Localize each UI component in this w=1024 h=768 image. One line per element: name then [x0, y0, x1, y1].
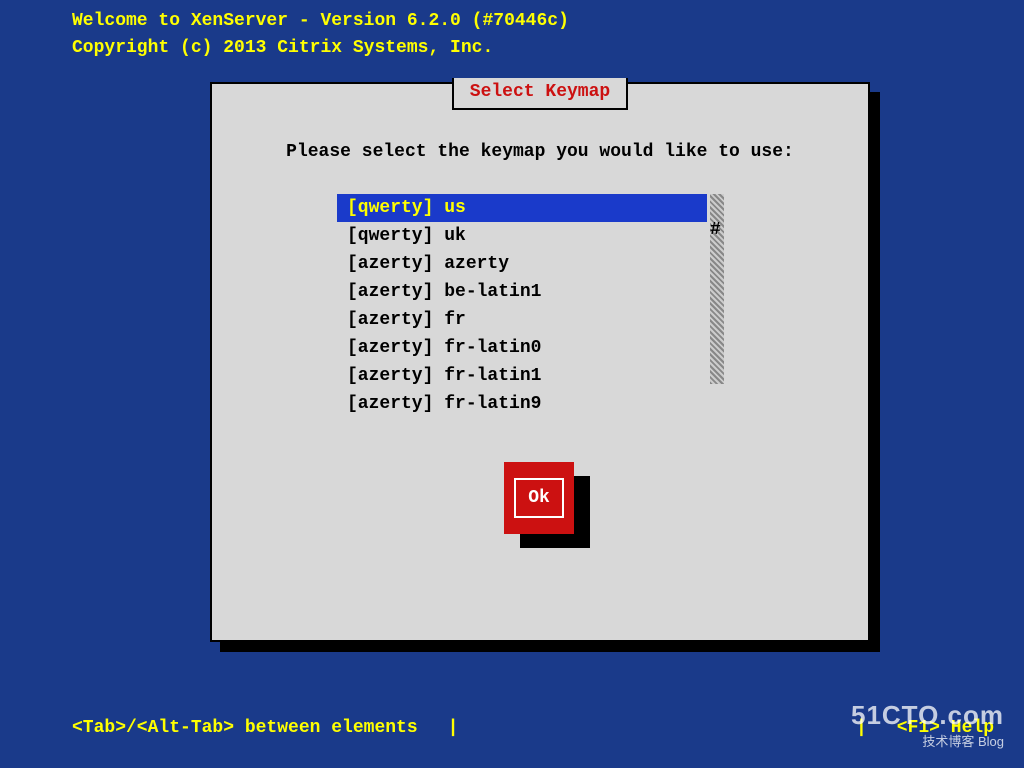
footer-left-group: <Tab>/<Alt-Tab> between elements |: [72, 718, 458, 738]
dialog-title-box: Select Keymap: [452, 78, 628, 110]
keymap-option-fr[interactable]: [azerty] fr: [337, 306, 707, 334]
installer-header: Welcome to XenServer - Version 6.2.0 (#7…: [72, 8, 569, 62]
keymap-option-fr-latin9[interactable]: [azerty] fr-latin9: [337, 390, 707, 418]
keymap-option-fr-latin1[interactable]: [azerty] fr-latin1: [337, 362, 707, 390]
scroll-position-marker: #: [710, 220, 721, 240]
footer-tab-hint: <Tab>/<Alt-Tab> between elements: [72, 718, 418, 738]
keymap-option-fr-latin0[interactable]: [azerty] fr-latin0: [337, 334, 707, 362]
header-welcome-line: Welcome to XenServer - Version 6.2.0 (#7…: [72, 8, 569, 35]
footer-separator: |: [448, 718, 459, 738]
dialog-prompt: Please select the keymap you would like …: [252, 142, 828, 162]
ok-button-label: Ok: [514, 478, 564, 518]
keymap-option-us[interactable]: [qwerty] us: [337, 194, 707, 222]
watermark-main: 51CTO.com: [851, 700, 1004, 731]
watermark: 51CTO.com 技术博客 Blog: [851, 700, 1004, 750]
keymap-dialog: Select Keymap Please select the keymap y…: [210, 82, 870, 642]
dialog-title: Select Keymap: [470, 82, 610, 102]
keymap-option-azerty[interactable]: [azerty] azerty: [337, 250, 707, 278]
keymap-option-be-latin1[interactable]: [azerty] be-latin1: [337, 278, 707, 306]
keymap-list[interactable]: [qwerty] us [qwerty] uk [azerty] azerty …: [337, 194, 707, 418]
keymap-option-uk[interactable]: [qwerty] uk: [337, 222, 707, 250]
watermark-sub: 技术博客 Blog: [851, 731, 1004, 750]
dialog-title-container: Select Keymap: [212, 82, 868, 114]
ok-button[interactable]: Ok: [504, 462, 574, 534]
header-copyright-line: Copyright (c) 2013 Citrix Systems, Inc.: [72, 35, 569, 62]
